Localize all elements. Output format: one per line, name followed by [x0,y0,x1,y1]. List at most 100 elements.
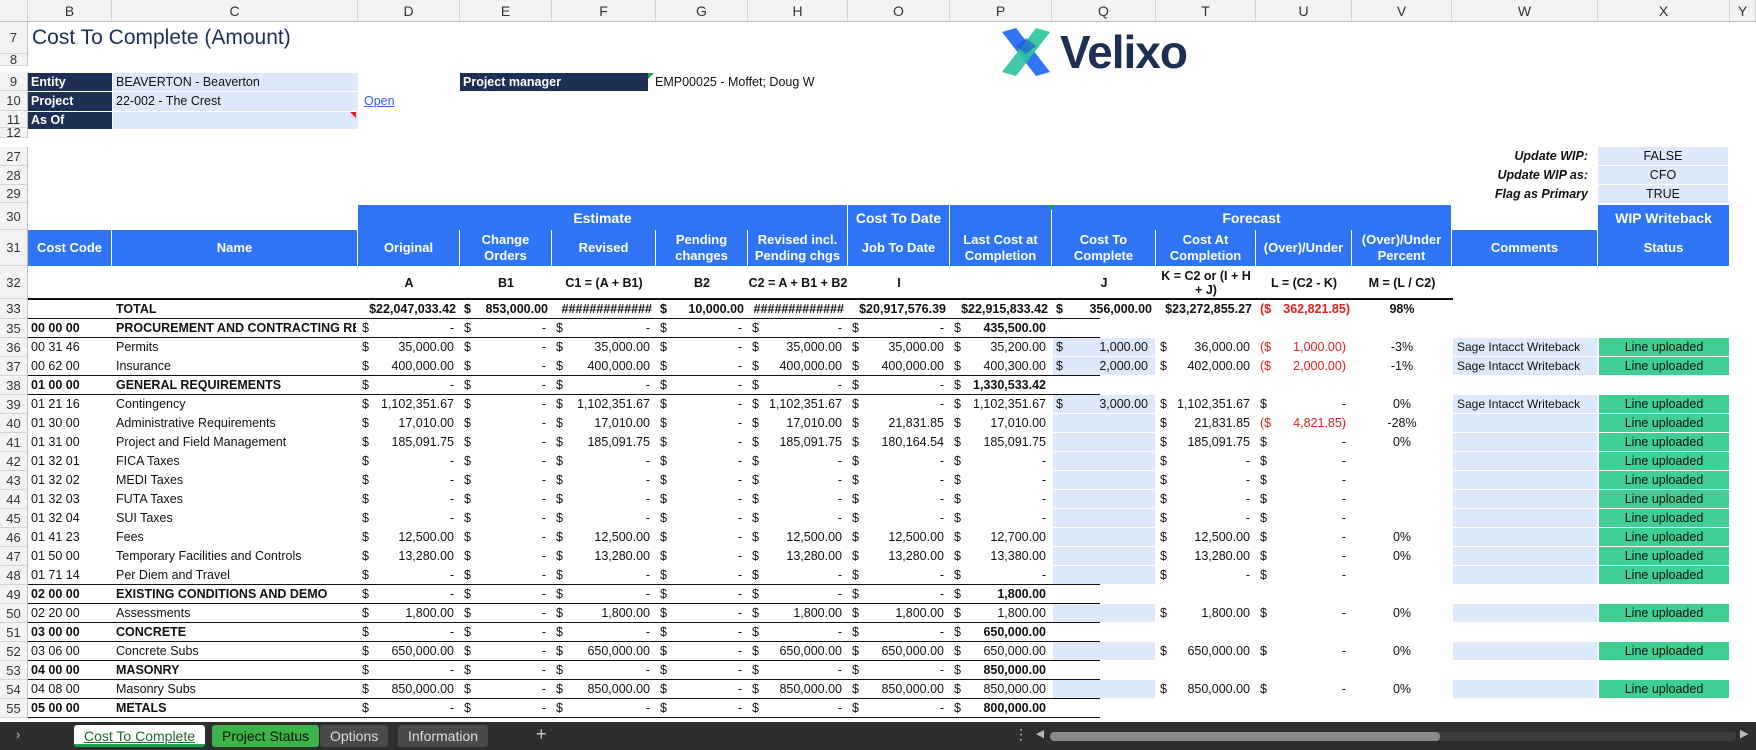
column-header-Q[interactable]: Q [1052,0,1156,22]
row-header-28[interactable]: 28 [0,166,28,185]
spreadsheet[interactable]: B C D E F G H O P Q T U V W X Y 7 8 9 10 11 12 27 28 29 30 31 32 33 3… [0,0,1756,750]
comments-input[interactable] [1453,490,1597,508]
row-header-52[interactable]: 52 [0,642,28,661]
project-manager-value[interactable]: EMP00025 - Moffet; Doug W [652,73,852,91]
column-header-H[interactable]: H [748,0,848,22]
row-header-38[interactable]: 38 [0,376,28,395]
comments-input[interactable] [1453,642,1597,660]
column-header-X[interactable]: X [1598,0,1730,22]
row-header-39[interactable]: 39 [0,395,28,414]
flag-value[interactable]: TRUE [1598,185,1728,203]
row-header-9[interactable]: 9 [0,72,28,91]
column-header-U[interactable]: U [1256,0,1352,22]
open-link[interactable]: Open [364,92,395,111]
row-header-8[interactable]: 8 [0,53,28,66]
column-header-B[interactable]: B [28,0,112,22]
comments-input[interactable] [1453,566,1597,584]
row-header-42[interactable]: 42 [0,452,28,471]
row-header-27[interactable]: 27 [0,147,28,166]
flag-value[interactable]: FALSE [1598,147,1728,165]
ctc-input[interactable] [1053,642,1155,660]
row-header-50[interactable]: 50 [0,604,28,623]
column-header-W[interactable]: W [1452,0,1598,22]
scroll-right-icon[interactable]: ▶ [1740,727,1748,740]
column-header-O[interactable]: O [848,0,950,22]
project-value[interactable]: 22-002 - The Crest [113,92,358,111]
comments-input[interactable] [1453,433,1597,451]
row-header-49[interactable]: 49 [0,585,28,604]
comments-input[interactable] [1453,471,1597,489]
add-sheet-button[interactable]: + [536,724,547,745]
flag-value[interactable]: CFO [1598,166,1728,184]
column-header-E[interactable]: E [460,0,552,22]
row-header-36[interactable]: 36 [0,338,28,357]
select-all-corner[interactable] [0,0,28,22]
row-header-48[interactable]: 48 [0,566,28,585]
row-header-32[interactable]: 32 [0,266,28,299]
sheet-tab-project-status[interactable]: Project Status [212,725,320,747]
ctc-input[interactable] [1053,471,1155,489]
comment-text[interactable]: Sage Intacct Writeback [1455,395,1595,414]
amount-value: 400,000.00 [779,359,842,373]
comment-text[interactable]: Sage Intacct Writeback [1455,338,1595,357]
sheet-tab-options[interactable]: Options [320,725,389,747]
row-header-51[interactable]: 51 [0,623,28,642]
comments-input[interactable] [1453,452,1597,470]
row-header-45[interactable]: 45 [0,509,28,528]
ctc-input[interactable] [1053,490,1155,508]
comments-input[interactable] [1453,604,1597,622]
comments-input[interactable] [1453,547,1597,565]
column-header-F[interactable]: F [552,0,656,22]
ctc-input[interactable] [1053,509,1155,527]
comments-input[interactable] [1453,509,1597,527]
ctc-input[interactable] [1053,414,1155,432]
sheet-tab-information[interactable]: Information [398,725,489,747]
ctc-input[interactable] [1053,604,1155,622]
ctc-input[interactable] [1053,547,1155,565]
comments-input[interactable] [1453,680,1597,698]
row-header-12[interactable]: 12 [0,126,28,139]
column-header-D[interactable]: D [358,0,460,22]
ctc-input[interactable] [1053,452,1155,470]
ctc-input[interactable] [1053,566,1155,584]
comments-input[interactable] [1453,414,1597,432]
ctc-input[interactable] [1053,680,1155,698]
cost-code: 03 00 00 [31,625,80,639]
as-of-value[interactable] [113,112,358,129]
column-header-G[interactable]: G [656,0,748,22]
row-header-40[interactable]: 40 [0,414,28,433]
row-header-35[interactable]: 35 [0,319,28,338]
column-header-T[interactable]: T [1156,0,1256,22]
column-header-V[interactable]: V [1352,0,1452,22]
sheet-tab-cost-to-complete[interactable]: Cost To Complete [74,725,206,747]
row-header-46[interactable]: 46 [0,528,28,547]
horizontal-scrollbar[interactable] [1050,732,1736,741]
row-header-33[interactable]: 33 [0,299,28,319]
row-header-7[interactable]: 7 [0,22,28,54]
entity-value[interactable]: BEAVERTON - Beaverton [113,73,358,91]
row-header-30[interactable]: 30 [0,203,28,230]
scrollbar-thumb[interactable] [1050,732,1440,741]
ctc-input[interactable] [1053,433,1155,451]
row-header-37[interactable]: 37 [0,357,28,376]
row-header-44[interactable]: 44 [0,490,28,509]
comment-text[interactable]: Sage Intacct Writeback [1455,357,1595,376]
row-header-47[interactable]: 47 [0,547,28,566]
more-options-icon[interactable]: ⋮ [1014,726,1028,743]
row-header-41[interactable]: 41 [0,433,28,452]
row-header-43[interactable]: 43 [0,471,28,490]
scroll-left-icon[interactable]: ◀ [1036,727,1044,740]
column-header-P[interactable]: P [950,0,1052,22]
row-header-10[interactable]: 10 [0,91,28,111]
row-header-54[interactable]: 54 [0,680,28,699]
row-header-31[interactable]: 31 [0,230,28,266]
row-header-29[interactable]: 29 [0,185,28,203]
comments-input[interactable] [1453,528,1597,546]
scroll-tabs-icon[interactable]: › [16,727,20,742]
column-header-C[interactable]: C [112,0,358,22]
ctc-input[interactable] [1053,528,1155,546]
blank-group-header [950,205,1052,230]
column-header-Y[interactable]: Y [1730,0,1756,22]
row-header-55[interactable]: 55 [0,699,28,718]
row-header-53[interactable]: 53 [0,661,28,680]
